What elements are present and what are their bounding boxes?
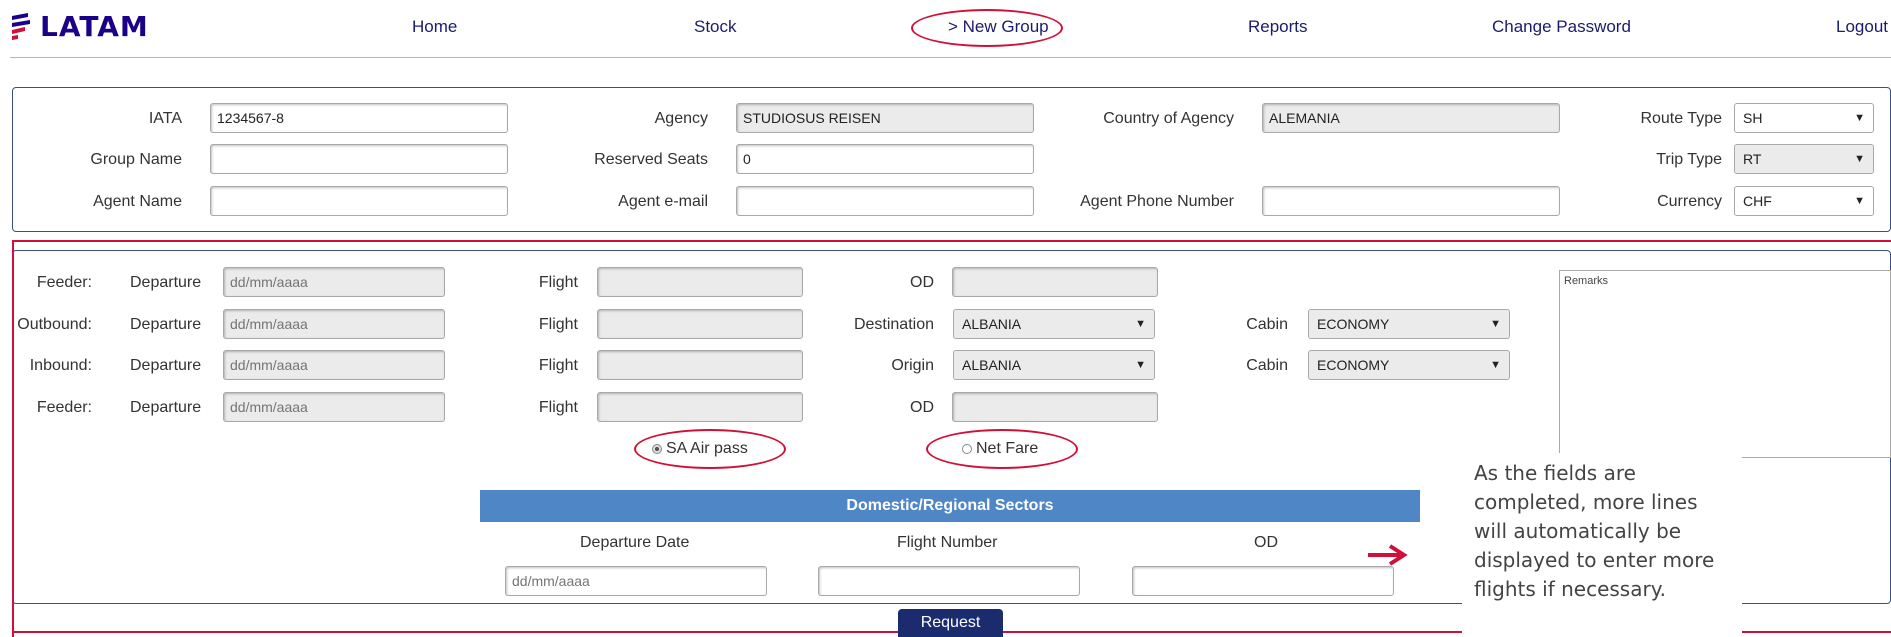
- remarks-textarea[interactable]: Remarks: [1559, 270, 1891, 458]
- agency-label: Agency: [654, 110, 708, 127]
- origin-label: Origin: [891, 357, 934, 374]
- feeder-flight-input[interactable]: [597, 267, 803, 297]
- domestic-od-input[interactable]: [1132, 566, 1394, 596]
- net-fare-label: Net Fare: [976, 440, 1039, 457]
- route-type-label: Route Type: [1640, 110, 1722, 127]
- outbound-flight-input[interactable]: [597, 309, 803, 339]
- reserved-seats-label: Reserved Seats: [594, 151, 708, 168]
- outbound-cabin-select[interactable]: ECONOMY ▼: [1308, 309, 1510, 339]
- domestic-flight-number-input[interactable]: [818, 566, 1080, 596]
- radio-selected-icon: [652, 443, 662, 454]
- departure-date-column-label: Departure Date: [580, 534, 690, 551]
- highlight-frame-top: [12, 240, 1891, 242]
- nav-home[interactable]: Home: [412, 17, 457, 37]
- nav-reports[interactable]: Reports: [1248, 17, 1308, 37]
- chevron-down-icon: ▼: [1490, 318, 1501, 330]
- chevron-down-icon: ▼: [1854, 153, 1865, 165]
- radio-unselected-icon: [962, 443, 972, 454]
- currency-label: Currency: [1657, 193, 1722, 210]
- sa-air-pass-radio[interactable]: SA Air pass: [652, 440, 748, 458]
- logo-text: LATAM: [40, 10, 149, 43]
- outbound-departure-date-input[interactable]: [223, 309, 445, 339]
- agent-name-label: Agent Name: [93, 193, 182, 210]
- nav-change-password[interactable]: Change Password: [1492, 17, 1631, 37]
- flight-label: Flight: [538, 274, 578, 291]
- trip-type-label: Trip Type: [1656, 151, 1722, 168]
- trip-type-select[interactable]: RT ▼: [1734, 144, 1874, 174]
- reserved-seats-input[interactable]: [736, 144, 1034, 174]
- nav-logout[interactable]: Logout: [1836, 17, 1888, 37]
- feeder-label: Feeder:: [36, 399, 92, 416]
- destination-select[interactable]: ALBANIA ▼: [953, 309, 1155, 339]
- route-type-value: SH: [1743, 110, 1763, 126]
- trip-type-value: RT: [1743, 151, 1762, 167]
- departure-label: Departure: [130, 274, 202, 291]
- group-name-input[interactable]: [210, 144, 508, 174]
- sa-air-pass-label: SA Air pass: [666, 440, 748, 457]
- inbound-flight-input[interactable]: [597, 350, 803, 380]
- remarks-placeholder: Remarks: [1564, 275, 1609, 287]
- feeder-2-flight-input[interactable]: [597, 392, 803, 422]
- nav-stock[interactable]: Stock: [694, 17, 737, 37]
- feeder-od-input[interactable]: [952, 267, 1158, 297]
- inbound-cabin-select[interactable]: ECONOMY ▼: [1308, 350, 1510, 380]
- od-label: OD: [910, 274, 934, 291]
- country-of-agency-input[interactable]: [1262, 103, 1560, 133]
- flight-label: Flight: [538, 399, 578, 416]
- departure-label: Departure: [130, 399, 202, 416]
- cabin-label: Cabin: [1246, 357, 1288, 374]
- departure-label: Departure: [130, 316, 202, 333]
- chevron-down-icon: ▼: [1490, 359, 1501, 371]
- od-label: OD: [910, 399, 934, 416]
- inbound-label: Inbound:: [29, 357, 92, 374]
- chevron-down-icon: ▼: [1854, 195, 1865, 207]
- route-type-select[interactable]: SH ▼: [1734, 103, 1874, 133]
- cabin-value: ECONOMY: [1317, 357, 1390, 373]
- chevron-down-icon: ▼: [1135, 318, 1146, 330]
- highlight-frame-left: [12, 240, 14, 637]
- feeder-2-departure-date-input[interactable]: [223, 392, 445, 422]
- destination-value: ALBANIA: [962, 316, 1022, 332]
- arrow-right-icon: [1368, 544, 1408, 566]
- flight-number-column-label: Flight Number: [897, 534, 998, 551]
- feeder-label: Feeder:: [36, 274, 92, 291]
- domestic-sectors-header: Domestic/Regional Sectors: [480, 490, 1420, 522]
- feeder-2-od-input[interactable]: [952, 392, 1158, 422]
- feeder-departure-date-input[interactable]: [223, 267, 445, 297]
- chevron-down-icon: ▼: [1135, 359, 1146, 371]
- agent-email-label: Agent e-mail: [618, 193, 708, 210]
- iata-input[interactable]: [210, 103, 508, 133]
- header-divider: [10, 57, 1891, 58]
- chevron-down-icon: ▼: [1854, 112, 1865, 124]
- agent-name-input[interactable]: [210, 186, 508, 216]
- latam-logo-icon: [12, 12, 30, 40]
- outbound-label: Outbound:: [17, 316, 92, 333]
- latam-logo[interactable]: LATAM: [10, 10, 149, 43]
- agency-input[interactable]: [736, 103, 1034, 133]
- od-column-label: OD: [1254, 534, 1278, 551]
- agent-phone-label: Agent Phone Number: [1080, 193, 1234, 210]
- cabin-label: Cabin: [1246, 316, 1288, 333]
- cabin-value: ECONOMY: [1317, 316, 1390, 332]
- inbound-departure-date-input[interactable]: [223, 350, 445, 380]
- iata-label: IATA: [148, 110, 182, 127]
- origin-select[interactable]: ALBANIA ▼: [953, 350, 1155, 380]
- flight-label: Flight: [538, 316, 578, 333]
- domestic-departure-date-input[interactable]: [505, 566, 767, 596]
- agent-phone-input[interactable]: [1262, 186, 1560, 216]
- agent-email-input[interactable]: [736, 186, 1034, 216]
- group-name-label: Group Name: [90, 151, 182, 168]
- destination-label: Destination: [853, 316, 934, 333]
- flight-label: Flight: [538, 357, 578, 374]
- departure-label: Departure: [130, 357, 202, 374]
- currency-select[interactable]: CHF ▼: [1734, 186, 1874, 216]
- nav-new-group[interactable]: > New Group: [948, 17, 1049, 37]
- origin-value: ALBANIA: [962, 357, 1022, 373]
- net-fare-radio[interactable]: Net Fare: [962, 440, 1038, 458]
- currency-value: CHF: [1743, 193, 1772, 209]
- info-note: As the fields are completed, more lines …: [1462, 453, 1742, 637]
- country-of-agency-label: Country of Agency: [1103, 110, 1234, 127]
- request-button[interactable]: Request: [898, 609, 1003, 637]
